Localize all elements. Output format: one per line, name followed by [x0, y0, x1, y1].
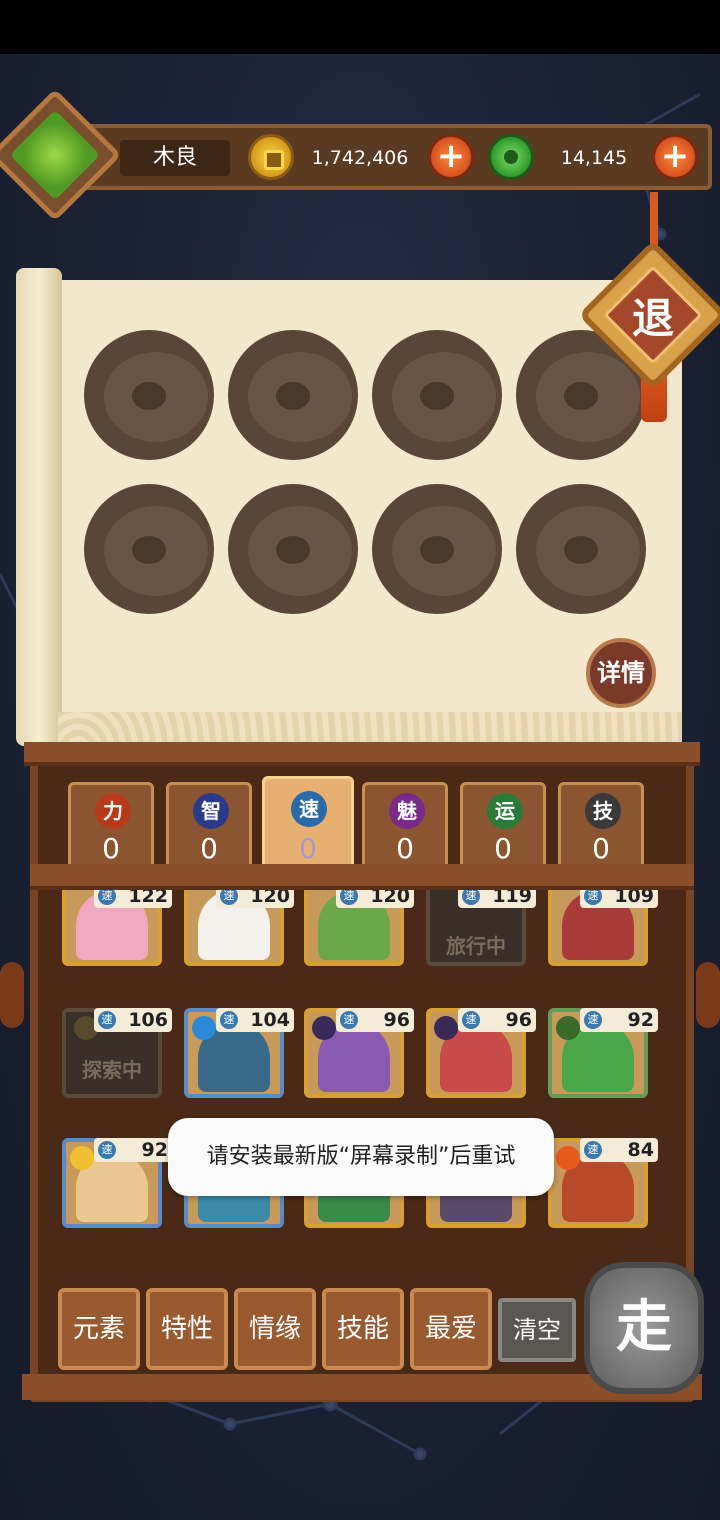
player-avatar[interactable] [9, 109, 101, 201]
cabinet-top-shelf [24, 742, 700, 766]
hero-list[interactable]: 速 122 速 120 速 120 旅行中 速 119 速 109 探索中 速 … [52, 890, 672, 1276]
hero-speed-tag: 速 106 [94, 1008, 172, 1032]
stat-tab-charm[interactable]: 魅 0 [362, 782, 448, 870]
jade-amount: 14,145 [560, 147, 628, 169]
hero-speed-value: 119 [492, 890, 532, 907]
sun-element-icon [70, 1146, 94, 1170]
stat-tab-intellect[interactable]: 智 0 [166, 782, 252, 870]
stat-badge-strength: 力 [95, 793, 131, 829]
hero-speed-tag: 速 84 [580, 1138, 658, 1162]
fire-element-icon [556, 1146, 580, 1170]
team-slot-6[interactable] [228, 484, 358, 614]
stat-badge-charm: 魅 [389, 793, 425, 829]
stat-tab-speed[interactable]: 速 0 [262, 776, 354, 870]
hero-busy-label: 旅行中 [446, 934, 506, 958]
stat-badge-intellect: 智 [193, 793, 229, 829]
stat-value-charm: 0 [396, 832, 414, 865]
hero-speed-tag: 速 92 [94, 1138, 172, 1162]
speed-icon: 速 [462, 1011, 480, 1029]
status-bar [0, 0, 720, 54]
hero-speed-tag: 速 96 [458, 1008, 536, 1032]
filter-trait-button[interactable]: 特性 [146, 1288, 228, 1370]
scroll-roll [16, 268, 62, 746]
hero-speed-value: 109 [614, 890, 654, 907]
speed-icon: 速 [220, 890, 238, 905]
wood-element-icon [556, 1016, 580, 1040]
exit-label[interactable]: 退 [618, 284, 688, 354]
filter-element-button[interactable]: 元素 [58, 1288, 140, 1370]
stat-value-speed: 0 [299, 832, 317, 865]
hero-speed-value: 84 [627, 1139, 654, 1161]
clear-button[interactable]: 清空 [498, 1298, 576, 1362]
detail-button[interactable]: 详情 [586, 638, 656, 708]
gold-coin-icon [248, 134, 294, 180]
team-slot-3[interactable] [372, 330, 502, 460]
speed-icon: 速 [98, 890, 116, 905]
player-name: 木良 [120, 140, 230, 176]
filter-favorite-button[interactable]: 最爱 [410, 1288, 492, 1370]
hero-speed-tag: 速 92 [580, 1008, 658, 1032]
gold-amount: 1,742,406 [311, 147, 409, 169]
speed-icon: 速 [220, 1011, 238, 1029]
filter-skill-button[interactable]: 技能 [322, 1288, 404, 1370]
filter-bond-button[interactable]: 情缘 [234, 1288, 316, 1370]
hero-speed-value: 120 [250, 890, 290, 907]
speed-icon: 速 [584, 1011, 602, 1029]
hero-speed-value: 96 [505, 1009, 532, 1031]
hero-speed-value: 104 [250, 1009, 290, 1031]
speed-icon: 速 [340, 890, 358, 905]
speed-icon: 速 [462, 890, 480, 905]
hero-speed-value: 122 [128, 890, 168, 907]
speed-icon: 速 [584, 890, 602, 905]
left-side-knob [0, 962, 24, 1028]
stat-tab-skill[interactable]: 技 0 [558, 782, 644, 870]
hero-speed-tag: 速 120 [216, 890, 294, 908]
hero-speed-tag: 速 119 [458, 890, 536, 908]
moon-element-icon [434, 1016, 458, 1040]
team-slot-8[interactable] [516, 484, 646, 614]
cabinet-middle-shelf [30, 864, 694, 890]
stat-tab-strength[interactable]: 力 0 [68, 782, 154, 870]
stat-value-skill: 0 [592, 832, 610, 865]
team-slot-7[interactable] [372, 484, 502, 614]
stat-tab-luck[interactable]: 运 0 [460, 782, 546, 870]
hero-speed-tag: 速 109 [580, 890, 658, 908]
add-jade-button[interactable]: + [652, 134, 698, 180]
hero-speed-value: 92 [627, 1009, 654, 1031]
jade-coin-icon [488, 134, 534, 180]
stat-badge-skill: 技 [585, 793, 621, 829]
hero-speed-tag: 速 96 [336, 1008, 414, 1032]
hero-speed-value: 92 [141, 1139, 168, 1161]
stat-badge-luck: 运 [487, 793, 523, 829]
speed-icon: 速 [584, 1141, 602, 1159]
hero-speed-value: 120 [370, 890, 410, 907]
stat-badge-speed: 速 [291, 791, 327, 827]
hero-speed-tag: 速 122 [94, 890, 172, 908]
hero-speed-value: 96 [383, 1009, 410, 1031]
hero-speed-tag: 速 120 [336, 890, 414, 908]
hero-speed-value: 106 [128, 1009, 168, 1031]
hero-busy-label: 探索中 [82, 1058, 142, 1082]
moon-element-icon [312, 1016, 336, 1040]
stat-value-intellect: 0 [200, 832, 218, 865]
speed-icon: 速 [340, 1011, 358, 1029]
speed-icon: 速 [98, 1141, 116, 1159]
team-slot-2[interactable] [228, 330, 358, 460]
team-slot-1[interactable] [84, 330, 214, 460]
speed-icon: 速 [98, 1011, 116, 1029]
go-button[interactable]: 走 [584, 1262, 704, 1394]
right-side-knob [696, 962, 720, 1028]
team-slot-5[interactable] [84, 484, 214, 614]
add-gold-button[interactable]: + [428, 134, 474, 180]
toast-message: 请安装最新版“屏幕录制”后重试 [168, 1118, 554, 1196]
hero-speed-tag: 速 104 [216, 1008, 294, 1032]
stat-value-strength: 0 [102, 832, 120, 865]
water-element-icon [192, 1016, 216, 1040]
stat-value-luck: 0 [494, 832, 512, 865]
